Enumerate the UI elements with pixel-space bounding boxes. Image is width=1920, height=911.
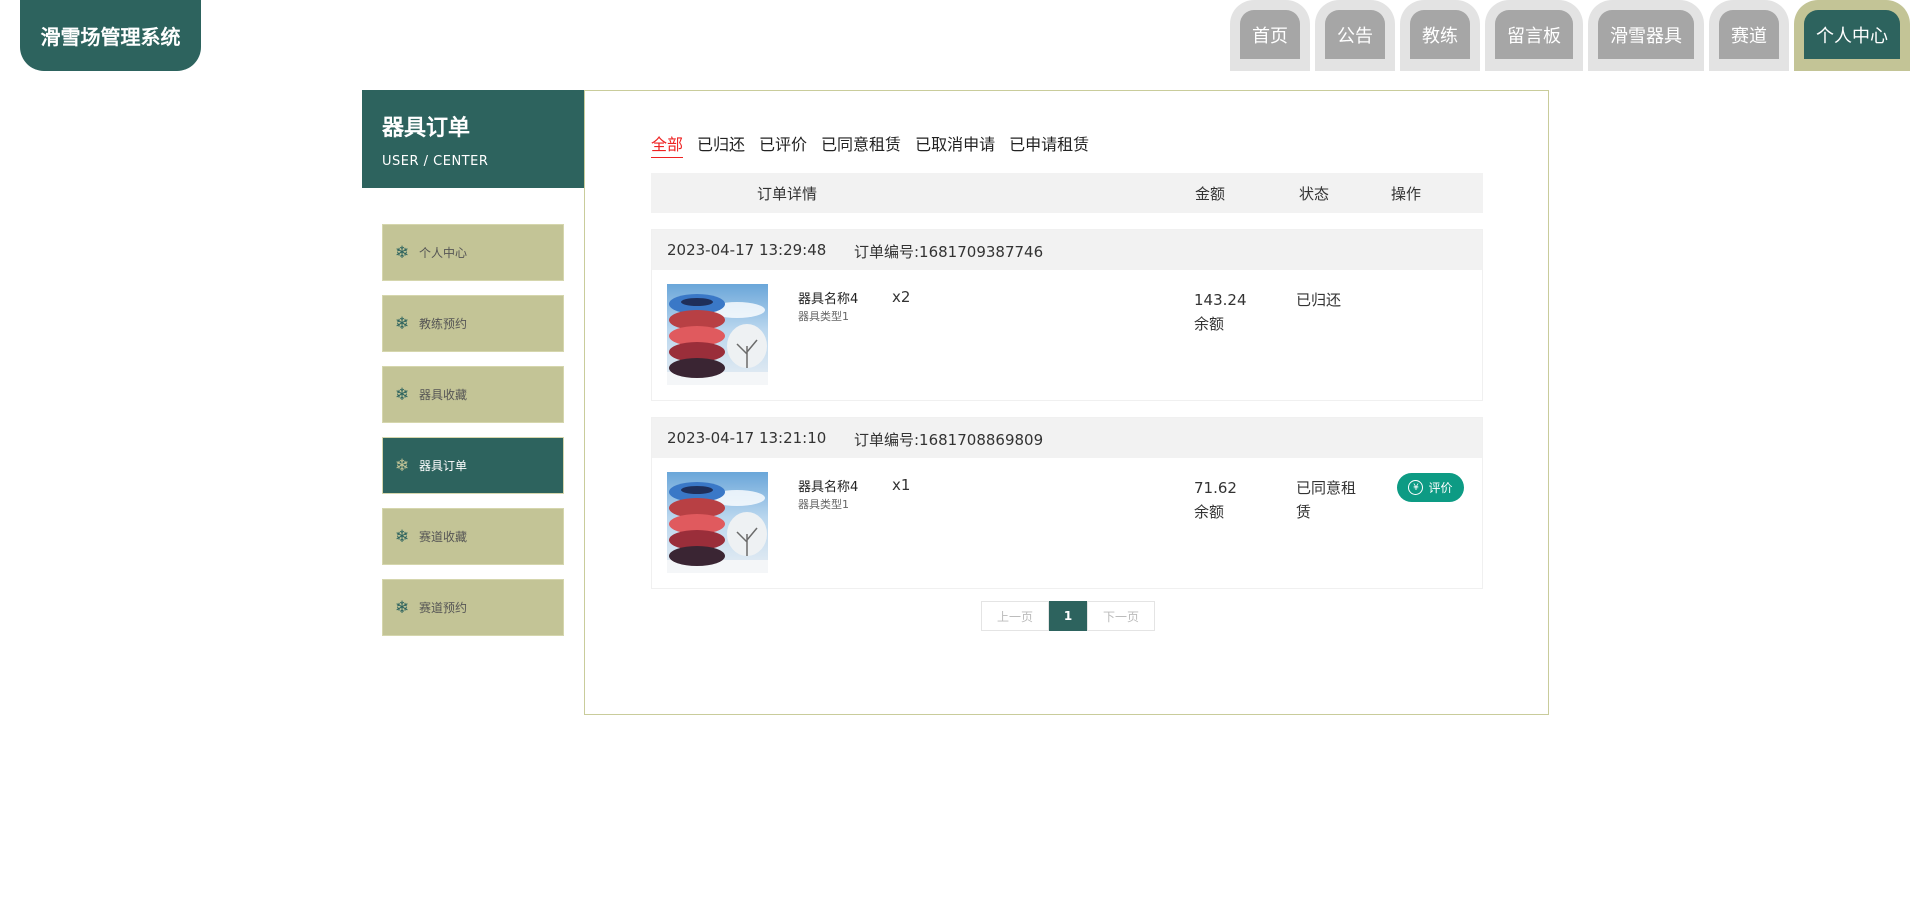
item-quantity: x2 xyxy=(892,288,911,306)
orders-panel: 全部 已归还 已评价 已同意租赁 已取消申请 已申请租赁 订单详情 金额 状态 … xyxy=(584,90,1549,715)
filter-tab-rental-approved[interactable]: 已同意租赁 xyxy=(821,131,901,158)
nav-tab-track[interactable]: 赛道 xyxy=(1709,0,1789,71)
filter-tab-reviewed[interactable]: 已评价 xyxy=(759,131,807,158)
nav-tab-home[interactable]: 首页 xyxy=(1230,0,1310,71)
order-amount: 143.24 余额 xyxy=(1194,288,1247,336)
amount-value: 71.62 xyxy=(1194,479,1237,497)
yen-icon: ¥ xyxy=(1408,480,1424,495)
sidebar-item-label: 教练预约 xyxy=(419,317,468,331)
review-button-label: 评价 xyxy=(1428,481,1453,495)
top-nav: 首页 公告 教练 留言板 滑雪器具 赛道 个人中心 xyxy=(1230,0,1910,71)
sidebar-item-user-center[interactable]: ❄ 个人中心 xyxy=(382,224,564,281)
item-name: 器具名称4 xyxy=(798,480,859,495)
filter-tab-returned[interactable]: 已归还 xyxy=(697,131,745,158)
equipment-thumbnail[interactable] xyxy=(667,284,768,385)
order-body: 器具名称4 器具类型1 x1 71.62 余额 已同意租赁 ¥ 评价 xyxy=(652,458,1482,588)
snow-tube-image xyxy=(667,294,768,385)
sidebar-item-label: 器具订单 xyxy=(419,459,468,473)
item-quantity: x1 xyxy=(892,476,911,494)
order-time: 2023-04-17 13:29:48 xyxy=(667,241,827,259)
sidebar-item-equipment-orders[interactable]: ❄ 器具订单 xyxy=(382,437,564,494)
nav-tab-message-board[interactable]: 留言板 xyxy=(1485,0,1583,71)
filter-tab-rental-requested[interactable]: 已申请租赁 xyxy=(1009,131,1089,158)
order-status: 已归还 xyxy=(1296,291,1342,309)
nav-tab-ski-equipment[interactable]: 滑雪器具 xyxy=(1588,0,1704,71)
nav-tab-notice[interactable]: 公告 xyxy=(1315,0,1395,71)
amount-value: 143.24 xyxy=(1194,291,1247,309)
sidebar-item-equipment-favorites[interactable]: ❄ 器具收藏 xyxy=(382,366,564,423)
snow-tube-image xyxy=(667,482,768,573)
order-header: 2023-04-17 13:29:48 订单编号:1681709387746 xyxy=(652,230,1482,270)
sidebar-item-track-favorites[interactable]: ❄ 赛道收藏 xyxy=(382,508,564,565)
app-logo: 滑雪场管理系统 xyxy=(20,0,201,71)
snowflake-icon: ❄ xyxy=(395,384,410,405)
item-type: 器具类型1 xyxy=(798,498,849,511)
snowflake-icon: ❄ xyxy=(395,242,410,263)
order-time: 2023-04-17 13:21:10 xyxy=(667,429,827,447)
nav-tab-user-center[interactable]: 个人中心 xyxy=(1794,0,1910,71)
sidebar-item-track-booking[interactable]: ❄ 赛道预约 xyxy=(382,579,564,636)
sidebar-item-coach-booking[interactable]: ❄ 教练预约 xyxy=(382,295,564,352)
amount-unit: 余额 xyxy=(1194,315,1225,333)
header-action: 操作 xyxy=(1391,185,1422,203)
nav-tab-coach[interactable]: 教练 xyxy=(1400,0,1480,71)
page-number-current[interactable]: 1 xyxy=(1049,601,1087,631)
sidebar-item-label: 赛道收藏 xyxy=(419,530,468,544)
review-button[interactable]: ¥ 评价 xyxy=(1397,473,1464,502)
order-header: 2023-04-17 13:21:10 订单编号:1681708869809 xyxy=(652,418,1482,458)
item-name: 器具名称4 xyxy=(798,292,859,307)
order-amount: 71.62 余额 xyxy=(1194,476,1237,524)
snowflake-icon: ❄ xyxy=(395,597,410,618)
sidebar-item-label: 器具收藏 xyxy=(419,388,468,402)
sidebar-item-label: 赛道预约 xyxy=(419,601,468,615)
prev-page-button[interactable]: 上一页 xyxy=(981,601,1049,631)
pagination: 上一页 1 下一页 xyxy=(981,601,1155,631)
app-title: 滑雪场管理系统 xyxy=(40,25,181,49)
snowflake-icon: ❄ xyxy=(395,526,410,547)
order-number: 订单编号:1681709387746 xyxy=(854,243,1044,261)
equipment-thumbnail[interactable] xyxy=(667,472,768,573)
order-card: 2023-04-17 13:21:10 订单编号:1681708869809 器… xyxy=(651,417,1483,589)
sidebar-item-label: 个人中心 xyxy=(419,246,468,260)
sidebar-title: 器具订单 xyxy=(382,116,471,141)
header-status: 状态 xyxy=(1299,185,1330,203)
order-filter-tabs: 全部 已归还 已评价 已同意租赁 已取消申请 已申请租赁 xyxy=(651,131,1089,158)
sidebar-subtitle: USER / CENTER xyxy=(382,154,489,169)
order-number: 订单编号:1681708869809 xyxy=(854,431,1044,449)
sidebar-header: 器具订单 USER / CENTER xyxy=(362,90,584,188)
item-type: 器具类型1 xyxy=(798,310,849,323)
filter-tab-all[interactable]: 全部 xyxy=(651,131,684,158)
order-card: 2023-04-17 13:29:48 订单编号:1681709387746 器… xyxy=(651,229,1483,401)
orders-table-header: 订单详情 金额 状态 操作 xyxy=(651,173,1483,213)
filter-tab-cancelled[interactable]: 已取消申请 xyxy=(915,131,995,158)
snowflake-icon: ❄ xyxy=(395,313,410,334)
sidebar-menu: ❄ 个人中心 ❄ 教练预约 ❄ 器具收藏 ❄ 器具订单 ❄ 赛道收藏 ❄ 赛道预… xyxy=(382,224,564,650)
amount-unit: 余额 xyxy=(1194,503,1225,521)
order-body: 器具名称4 器具类型1 x2 143.24 余额 已归还 xyxy=(652,270,1482,400)
header-order-detail: 订单详情 xyxy=(757,185,818,203)
header-amount: 金额 xyxy=(1195,185,1226,203)
order-status: 已同意租赁 xyxy=(1296,479,1357,521)
snowflake-icon: ❄ xyxy=(395,455,410,476)
next-page-button[interactable]: 下一页 xyxy=(1087,601,1155,631)
